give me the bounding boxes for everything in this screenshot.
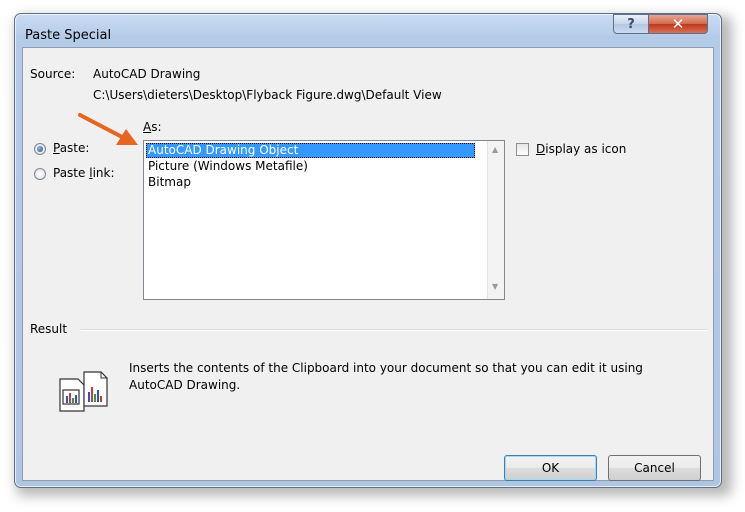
annotation-arrow-icon — [78, 113, 138, 145]
